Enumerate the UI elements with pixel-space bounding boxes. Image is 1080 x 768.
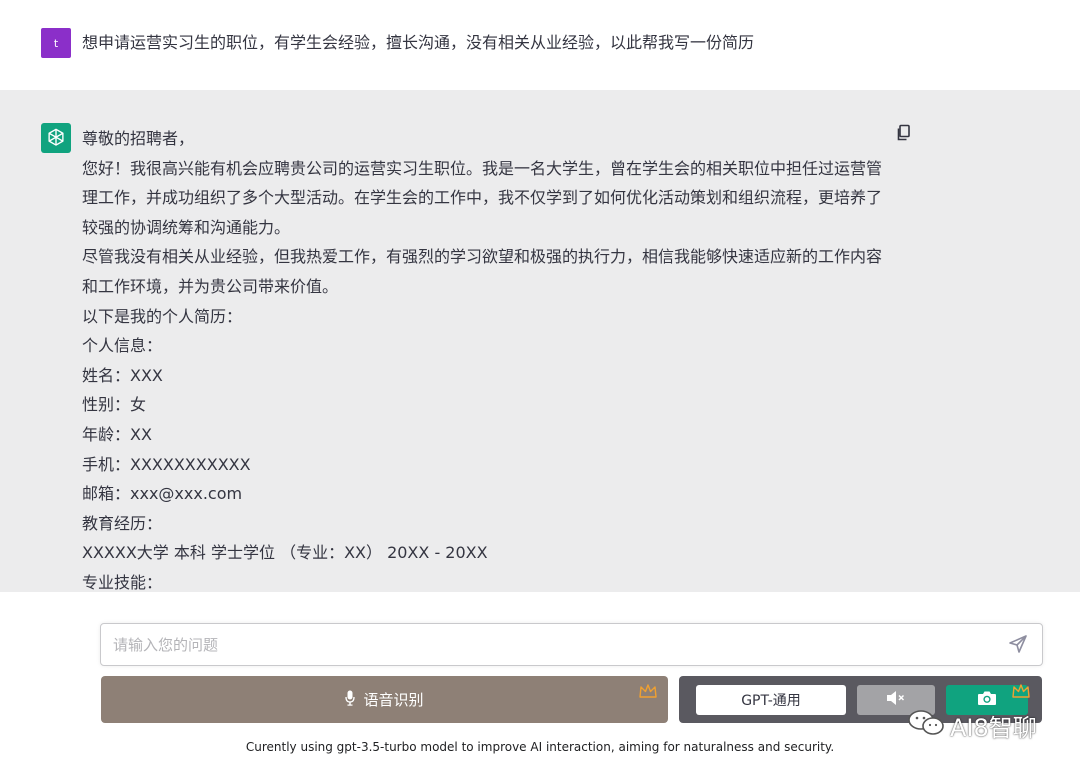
user-avatar: t (41, 28, 71, 58)
speaker-muted-icon (885, 689, 907, 711)
message-line: 专业技能： (82, 572, 163, 592)
watermark-text: AI8智聊 (950, 714, 1037, 742)
message-line: 以下是我的个人简历： (82, 306, 243, 326)
assistant-message-text: 尊敬的招聘者， 您好！我很高兴能有机会应聘贵公司的运营实习生职位。我是一名大学生… (82, 124, 892, 592)
message-line: 教育经历： (82, 513, 163, 533)
voice-recognition-label: 语音识别 (363, 691, 424, 709)
assistant-message-row: 尊敬的招聘者， 您好！我很高兴能有机会应聘贵公司的运营实习生职位。我是一名大学生… (0, 90, 1080, 592)
message-line: 年龄：XX (82, 424, 152, 444)
microphone-icon (345, 690, 356, 710)
message-line: 尽管我没有相关从业经验，但我热爱工作，有强烈的学习欲望和极强的执行力，相信我能够… (82, 247, 883, 296)
openai-logo-icon (41, 123, 71, 153)
model-select-label: GPT-通用 (741, 693, 801, 709)
composer: 语音识别 GPT-通用 (0, 592, 1080, 768)
message-line: 个人信息： (82, 336, 163, 356)
send-icon[interactable] (1008, 634, 1028, 654)
message-line: 姓名：XXX (82, 365, 163, 385)
user-message-row: t 想申请运营实习生的职位，有学生会经验，擅长沟通，没有相关从业经验，以此帮我写… (0, 0, 1080, 90)
crown-icon (1011, 683, 1031, 701)
message-line: 您好！我很高兴能有机会应聘贵公司的运营实习生职位。我是一名大学生，曾在学生会的相… (82, 158, 883, 237)
voice-recognition-button[interactable]: 语音识别 (101, 676, 668, 723)
wechat-icon (906, 709, 946, 743)
question-input[interactable] (113, 632, 973, 658)
crown-icon (638, 683, 658, 701)
user-message-text: 想申请运营实习生的职位，有学生会经验，擅长沟通，没有相关从业经验，以此帮我写一份… (82, 33, 755, 52)
message-line: 邮箱：xxx@xxx.com (82, 484, 243, 504)
user-avatar-letter: t (53, 36, 59, 50)
model-select-button[interactable]: GPT-通用 (696, 685, 846, 715)
message-line: 手机：XXXXXXXXXXX (82, 454, 251, 474)
camera-icon (977, 690, 997, 710)
message-line: 性别：女 (82, 395, 147, 415)
message-line: 尊敬的招聘者， (82, 129, 195, 148)
question-input-box (100, 623, 1043, 666)
watermark: AI8智聊 (906, 708, 1037, 743)
copy-icon[interactable] (896, 124, 912, 142)
message-line: XXXXX大学 本科 学士学位 （专业：XX） 20XX - 20XX (82, 543, 488, 563)
